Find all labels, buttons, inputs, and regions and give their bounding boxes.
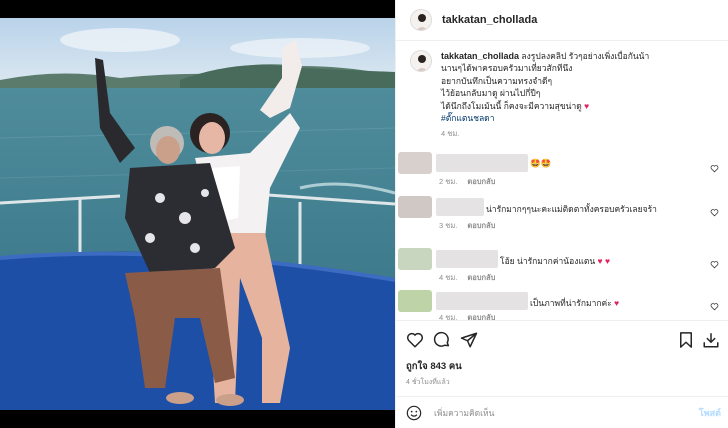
- comment-meta: 4 ชม. ตอบกลับ: [439, 272, 495, 284]
- comment-text: โอ้ย น่ารักมากค่าน้องแตน ♥ ♥: [500, 256, 611, 266]
- comment-item: 🤩🤩 2 ชม. ตอบกลับ: [396, 152, 728, 192]
- commenter-name-redacted[interactable]: [436, 198, 484, 216]
- download-icon[interactable]: [702, 331, 720, 349]
- commenter-avatar[interactable]: [398, 196, 432, 218]
- commenter-name-redacted[interactable]: [436, 292, 528, 310]
- comment-meta: 2 ชม. ตอบกลับ: [439, 176, 495, 188]
- commenter-avatar[interactable]: [398, 248, 432, 270]
- comment-text: เป็นภาพที่น่ารักมากค่ะ ♥: [530, 298, 620, 308]
- author-avatar[interactable]: [410, 9, 432, 31]
- caption-author-avatar[interactable]: [410, 50, 432, 72]
- post-header: takkatan_chollada: [396, 0, 728, 41]
- comment-item: น่ารักมากๆๆนะคะแม่ติดตาทั้งครอบครัวเลยจร…: [396, 196, 728, 236]
- post-media: [0, 0, 395, 428]
- author-username[interactable]: takkatan_chollada: [442, 14, 537, 26]
- comment-text: น่ารักมากๆๆนะคะแม่ติดตาทั้งครอบครัวเลยจร…: [486, 204, 657, 214]
- post-caption: takkatan_chollada ลงรูปลงคลิป รัวๆอย่างเ…: [410, 50, 722, 141]
- bookmark-icon[interactable]: [677, 331, 695, 349]
- caption-username[interactable]: takkatan_chollada: [441, 51, 519, 61]
- commenter-name-redacted[interactable]: [436, 154, 528, 172]
- comment-input[interactable]: [434, 405, 674, 421]
- commenter-name-redacted[interactable]: [436, 250, 498, 268]
- comment-time: 2 ชม.: [439, 177, 458, 186]
- reply-button[interactable]: ตอบกลับ: [467, 221, 495, 230]
- commenter-avatar[interactable]: [398, 152, 432, 174]
- share-icon[interactable]: [460, 331, 478, 349]
- comment-icon[interactable]: [433, 331, 451, 349]
- comment-like-heart-icon[interactable]: [710, 260, 719, 269]
- caption-line-2: นานๆได้พาครอบครัวมาเที่ยวสักทีนึง: [441, 63, 573, 74]
- comment-time: 3 ชม.: [439, 221, 458, 230]
- caption-line-3: อยากบันทึกเป็นความทรงจำดีๆ: [441, 75, 553, 86]
- commenter-avatar[interactable]: [398, 290, 432, 312]
- caption-body: takkatan_chollada ลงรูปลงคลิป รัวๆอย่างเ…: [441, 50, 716, 141]
- comment-meta: 3 ชม. ตอบกลับ: [439, 220, 495, 232]
- red-heart-emoji: ♥: [584, 100, 590, 111]
- post-comment-button[interactable]: โพสต์: [699, 406, 721, 420]
- post-side-panel: takkatan_chollada takkatan_chollada ลงรู…: [395, 0, 728, 428]
- media-letterbox-bottom: [0, 410, 395, 428]
- add-comment-bar: โพสต์: [396, 396, 728, 428]
- comment-like-heart-icon[interactable]: [710, 208, 719, 217]
- like-count[interactable]: ถูกใจ 843 คน: [406, 359, 462, 374]
- post-timestamp: 4 ชั่วโมงที่แล้ว: [406, 379, 450, 386]
- emoji-icon[interactable]: [406, 405, 422, 421]
- comment-time: 4 ชม.: [439, 273, 458, 282]
- comment-like-heart-icon[interactable]: [710, 302, 719, 311]
- caption-line-4: ไว้ย้อนกลับมาดู ผ่านไปกี่ปีๆ: [441, 88, 541, 99]
- heart-icon[interactable]: [406, 331, 424, 349]
- reply-button[interactable]: ตอบกลับ: [467, 177, 495, 186]
- caption-line-5: ได้นึกถึงโมเม้นนี้ ก็คงจะมีความสุขน่าดู: [441, 100, 582, 111]
- caption-line-1: ลงรูปลงคลิป รัวๆอย่างเพิ่งเบื่อกันน้า: [521, 51, 650, 61]
- caption-hashtag[interactable]: #ตั๊กแตนชลดา: [441, 112, 716, 124]
- comment-like-heart-icon[interactable]: [710, 164, 719, 173]
- comment-item: โอ้ย น่ารักมากค่าน้องแตน ♥ ♥ 4 ชม. ตอบกลั…: [396, 248, 728, 288]
- post-actions-section: ถูกใจ 843 คน 4 ชั่วโมงที่แล้ว: [396, 320, 728, 395]
- media-letterbox-top: [0, 0, 395, 18]
- post-photo[interactable]: [0, 18, 395, 410]
- reply-button[interactable]: ตอบกลับ: [467, 273, 495, 282]
- caption-time: 4 ชม.: [441, 129, 460, 139]
- comment-text: 🤩🤩: [530, 158, 552, 168]
